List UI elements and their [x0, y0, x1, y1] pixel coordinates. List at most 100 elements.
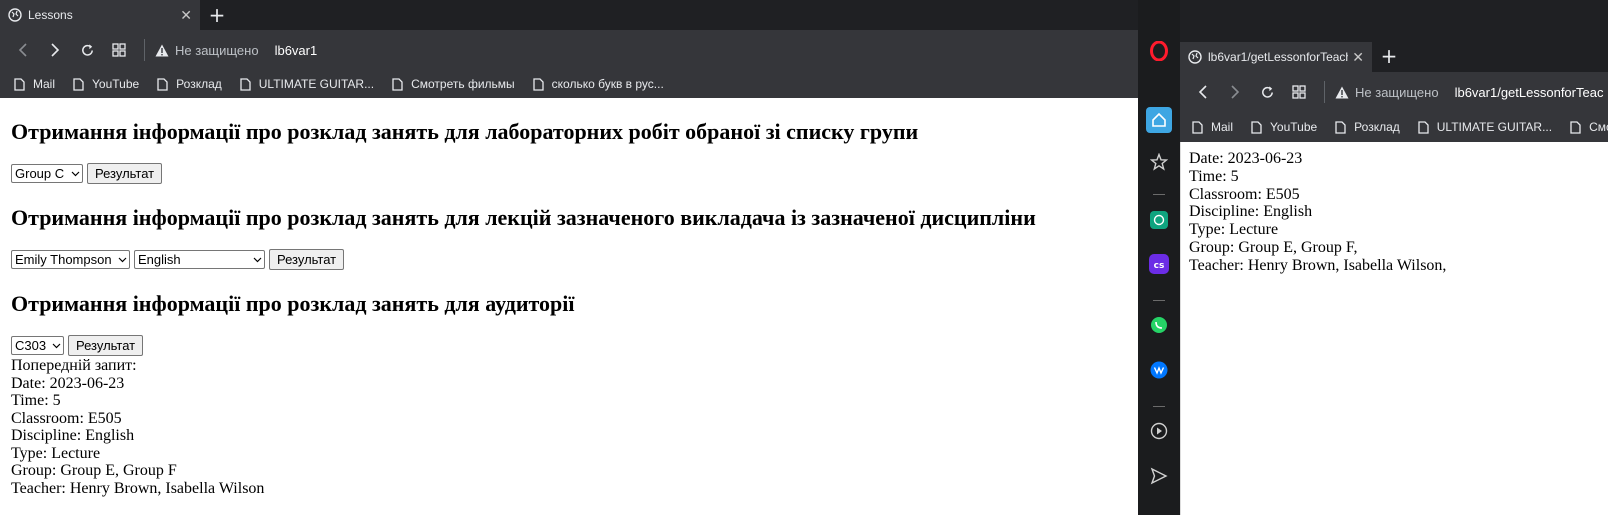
bookmark-movies[interactable]: Смотреть фильмы — [392, 77, 515, 91]
file-icon — [1570, 120, 1581, 134]
file-icon — [73, 77, 84, 91]
file-icon — [1418, 120, 1429, 134]
previous-request-line: Date: 2023-06-23 — [11, 374, 125, 392]
bookmark-rozklad[interactable]: Розклад — [1335, 120, 1400, 134]
close-icon[interactable]: ✕ — [180, 7, 192, 24]
section-heading-teacher-lectures: Отримання інформації про розклад занять … — [11, 205, 1036, 230]
previous-request-line: Time: 5 — [11, 392, 61, 409]
previous-request-line: Classroom: E505 — [11, 409, 122, 427]
file-icon — [1335, 120, 1346, 134]
file-icon — [240, 77, 251, 91]
discipline-select-value: English — [138, 252, 181, 267]
result-line: Discipline: English — [1189, 203, 1313, 221]
previous-request-label: Попередній запит: — [11, 357, 137, 374]
result-line: Classroom: E505 — [1189, 185, 1300, 203]
tab-get-lesson-for-teacher[interactable]: lb6var1/getLessonforTeach ✕ — [1180, 42, 1372, 72]
reload-icon[interactable] — [76, 39, 98, 61]
teacher-form: Emily Thompson English Результат — [11, 249, 1127, 270]
classroom-select[interactable]: C303 — [11, 336, 64, 355]
previous-request-line: Type: Lecture — [11, 444, 101, 462]
classroom-form: C303 Результат — [11, 335, 1127, 356]
forward-icon[interactable] — [44, 39, 66, 61]
whatsapp-icon[interactable] — [1148, 314, 1170, 336]
previous-request-line: Discipline: English — [11, 427, 135, 444]
bookmark-label: Mail — [1211, 120, 1234, 134]
bookmark-label: Розклад — [1354, 120, 1400, 134]
right-bookmarks-bar: Mail YouTube Розклад ULTIMATE GUITAR... … — [1180, 112, 1608, 142]
reload-icon[interactable] — [1256, 81, 1278, 103]
group-select[interactable]: Group C — [11, 164, 83, 183]
file-icon — [14, 77, 25, 91]
result-line: Group: Group E, Group F, — [1189, 238, 1358, 256]
result-line: Date: 2023-06-23 — [1189, 150, 1303, 167]
left-tabstrip: Lessons ✕ + — [0, 0, 1138, 30]
bookmark-youtube[interactable]: YouTube — [1251, 120, 1317, 134]
player-icon[interactable] — [1148, 420, 1170, 442]
bookmark-label: Розклад — [176, 77, 222, 91]
section-heading-classroom: Отримання інформації про розклад занять … — [11, 291, 575, 316]
close-icon[interactable]: ✕ — [1352, 49, 1364, 66]
bookmark-mail[interactable]: Mail — [1192, 120, 1233, 134]
file-icon — [157, 77, 168, 91]
vk-icon[interactable] — [1148, 359, 1170, 381]
result-button[interactable]: Результат — [68, 335, 144, 356]
discipline-select[interactable]: English — [134, 250, 265, 269]
previous-request-line: Teacher: Henry Brown, Isabella Wilson — [11, 479, 265, 497]
security-text: Не защищено — [1355, 84, 1439, 100]
cs-icon[interactable]: cs — [1148, 253, 1170, 275]
chevron-down-icon — [118, 257, 127, 262]
bookmark-label: ULTIMATE GUITAR... — [258, 77, 375, 91]
bookmark-movies[interactable]: Смот — [1570, 120, 1608, 134]
previous-request-line: Group: Group E, Group F — [11, 462, 177, 479]
tabs-grid-icon[interactable] — [108, 39, 130, 61]
teacher-select[interactable]: Emily Thompson — [11, 250, 130, 269]
bookmark-ultimate-guitar[interactable]: ULTIMATE GUITAR... — [240, 77, 374, 91]
nav-divider — [1324, 81, 1325, 103]
bookmark-youtube[interactable]: YouTube — [73, 77, 139, 91]
bookmark-mail[interactable]: Mail — [14, 77, 55, 91]
previous-request: Попередній запит: Date: 2023-06-23 Time:… — [11, 357, 1127, 497]
tab-title: Lessons — [28, 8, 73, 22]
bookmark-label: Смот — [1589, 120, 1608, 134]
bookmark-label: сколько букв в рус... — [551, 77, 664, 91]
result-line: Teacher: Henry Brown, Isabella Wilson, — [1189, 256, 1447, 274]
right-tabstrip: lb6var1/getLessonforTeach ✕ + — [1180, 42, 1608, 72]
star-icon[interactable] — [1148, 151, 1170, 173]
bookmark-letters[interactable]: сколько букв в рус... — [533, 77, 664, 91]
bookmark-rozklad[interactable]: Розклад — [157, 77, 222, 91]
opera-sidebar: cs — [1138, 0, 1180, 515]
left-bookmarks-bar: Mail YouTube Розклад ULTIMATE GUITAR... … — [0, 70, 1138, 98]
back-icon[interactable] — [12, 39, 34, 61]
security-indicator[interactable]: Не защищено — [155, 43, 259, 58]
chatgpt-icon[interactable] — [1148, 209, 1170, 231]
bookmark-ultimate-guitar[interactable]: ULTIMATE GUITAR... — [1418, 120, 1552, 134]
address-bar[interactable]: lb6var1 — [275, 43, 318, 58]
lessons-page: Отримання інформації про розклад занять … — [0, 98, 1138, 515]
bookmark-label: YouTube — [92, 77, 140, 91]
tab-lessons[interactable]: Lessons ✕ — [0, 0, 200, 30]
home-icon[interactable] — [1146, 107, 1172, 133]
send-icon[interactable] — [1148, 465, 1170, 487]
back-icon[interactable] — [1192, 81, 1214, 103]
right-navbar: Не защищено lb6var1/getLessonforTeac — [1180, 72, 1608, 112]
bookmark-label: Mail — [33, 77, 56, 91]
tabs-grid-icon[interactable] — [1288, 81, 1310, 103]
result-line: Type: Lecture — [1189, 221, 1279, 239]
bookmark-label: Смотреть фильмы — [411, 77, 515, 91]
sidebar-divider — [1153, 300, 1165, 301]
security-indicator[interactable]: Не защищено — [1335, 85, 1439, 100]
address-bar[interactable]: lb6var1/getLessonforTeac — [1455, 85, 1604, 100]
new-tab-button[interactable]: + — [1378, 44, 1400, 68]
warning-icon — [1335, 86, 1349, 98]
svg-text:cs: cs — [1154, 261, 1165, 271]
forward-icon[interactable] — [1224, 81, 1246, 103]
new-tab-button[interactable]: + — [206, 3, 228, 27]
left-browser-window: Lessons ✕ + Не защищено lb6var1 Mail You… — [0, 0, 1138, 515]
result-button[interactable]: Результат — [87, 163, 163, 184]
tab-title: lb6var1/getLessonforTeach — [1208, 50, 1349, 64]
bookmark-label: ULTIMATE GUITAR... — [1436, 120, 1553, 134]
file-icon — [1192, 120, 1203, 134]
opera-logo-icon[interactable] — [1148, 40, 1170, 62]
left-navbar: Не защищено lb6var1 — [0, 30, 1138, 70]
result-button[interactable]: Результат — [269, 249, 345, 270]
